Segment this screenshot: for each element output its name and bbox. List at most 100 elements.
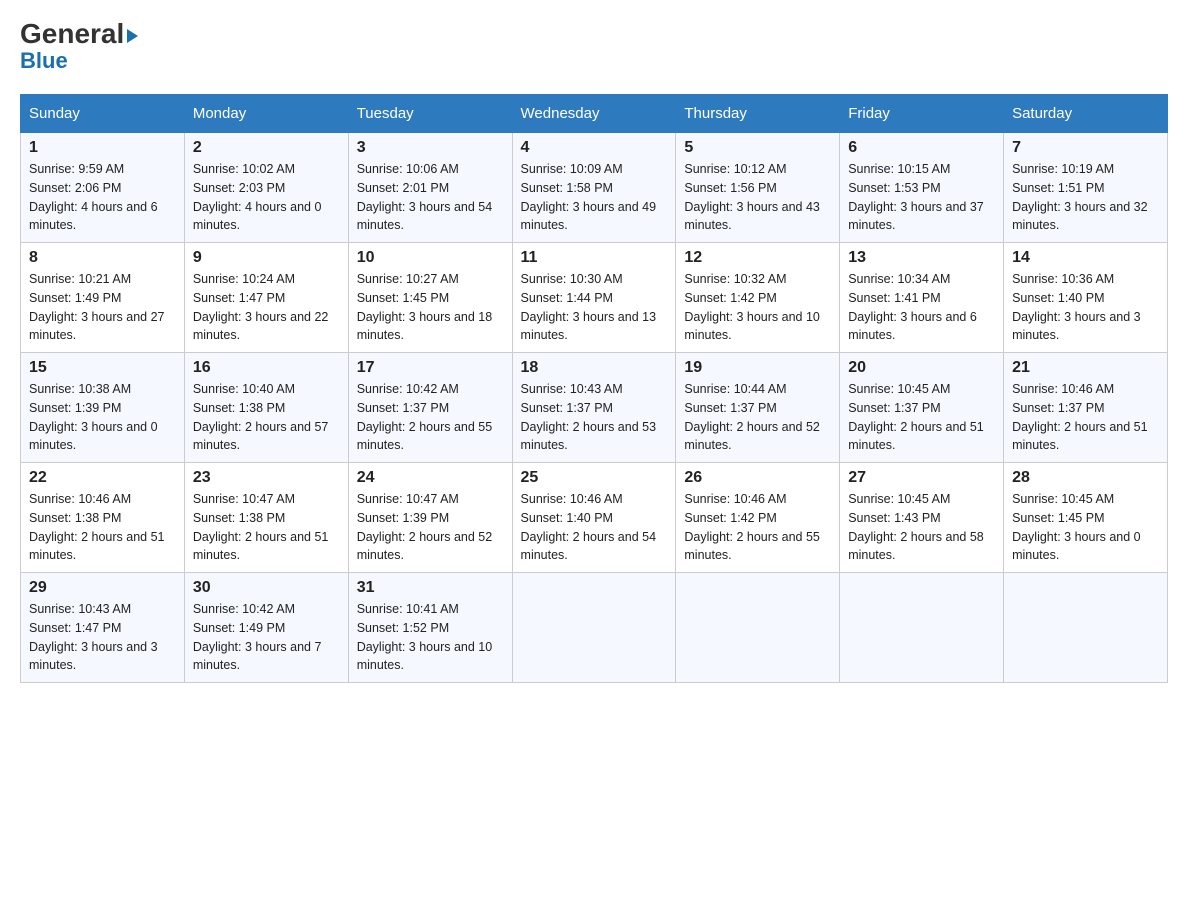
- day-info: Sunrise: 10:34 AMSunset: 1:41 PMDaylight…: [848, 272, 977, 342]
- calendar-cell: 21 Sunrise: 10:46 AMSunset: 1:37 PMDayli…: [1004, 353, 1168, 463]
- calendar-cell: 16 Sunrise: 10:40 AMSunset: 1:38 PMDayli…: [184, 353, 348, 463]
- day-info: Sunrise: 10:47 AMSunset: 1:39 PMDaylight…: [357, 492, 493, 562]
- day-info: Sunrise: 10:46 AMSunset: 1:42 PMDaylight…: [684, 492, 820, 562]
- calendar-week-row: 15 Sunrise: 10:38 AMSunset: 1:39 PMDayli…: [21, 353, 1168, 463]
- day-info: Sunrise: 10:36 AMSunset: 1:40 PMDaylight…: [1012, 272, 1141, 342]
- day-info: Sunrise: 10:21 AMSunset: 1:49 PMDaylight…: [29, 272, 165, 342]
- day-info: Sunrise: 10:42 AMSunset: 1:37 PMDaylight…: [357, 382, 493, 452]
- day-number: 13: [848, 249, 995, 267]
- day-number: 9: [193, 249, 340, 267]
- weekday-header: Saturday: [1004, 95, 1168, 133]
- day-info: Sunrise: 10:09 AMSunset: 1:58 PMDaylight…: [521, 162, 657, 232]
- calendar-cell: 9 Sunrise: 10:24 AMSunset: 1:47 PMDaylig…: [184, 243, 348, 353]
- calendar-cell: 23 Sunrise: 10:47 AMSunset: 1:38 PMDayli…: [184, 463, 348, 573]
- calendar-cell: 19 Sunrise: 10:44 AMSunset: 1:37 PMDayli…: [676, 353, 840, 463]
- day-info: Sunrise: 10:12 AMSunset: 1:56 PMDaylight…: [684, 162, 820, 232]
- day-number: 7: [1012, 139, 1159, 157]
- calendar-week-row: 1 Sunrise: 9:59 AMSunset: 2:06 PMDayligh…: [21, 133, 1168, 243]
- day-number: 3: [357, 139, 504, 157]
- day-number: 6: [848, 139, 995, 157]
- calendar-week-row: 29 Sunrise: 10:43 AMSunset: 1:47 PMDayli…: [21, 573, 1168, 683]
- day-info: Sunrise: 10:27 AMSunset: 1:45 PMDaylight…: [357, 272, 493, 342]
- calendar-cell: 20 Sunrise: 10:45 AMSunset: 1:37 PMDayli…: [840, 353, 1004, 463]
- day-info: Sunrise: 10:45 AMSunset: 1:37 PMDaylight…: [848, 382, 984, 452]
- calendar-cell: 31 Sunrise: 10:41 AMSunset: 1:52 PMDayli…: [348, 573, 512, 683]
- day-info: Sunrise: 10:41 AMSunset: 1:52 PMDaylight…: [357, 602, 493, 672]
- calendar-cell: 28 Sunrise: 10:45 AMSunset: 1:45 PMDayli…: [1004, 463, 1168, 573]
- day-info: Sunrise: 10:44 AMSunset: 1:37 PMDaylight…: [684, 382, 820, 452]
- day-number: 17: [357, 359, 504, 377]
- weekday-header-row: SundayMondayTuesdayWednesdayThursdayFrid…: [21, 95, 1168, 133]
- day-info: Sunrise: 9:59 AMSunset: 2:06 PMDaylight:…: [29, 162, 158, 232]
- logo-blue: Blue: [20, 48, 68, 74]
- logo: General Blue: [20, 20, 138, 74]
- calendar-cell: [512, 573, 676, 683]
- calendar-cell: 24 Sunrise: 10:47 AMSunset: 1:39 PMDayli…: [348, 463, 512, 573]
- day-number: 24: [357, 469, 504, 487]
- day-info: Sunrise: 10:38 AMSunset: 1:39 PMDaylight…: [29, 382, 158, 452]
- day-info: Sunrise: 10:47 AMSunset: 1:38 PMDaylight…: [193, 492, 329, 562]
- calendar-cell: 13 Sunrise: 10:34 AMSunset: 1:41 PMDayli…: [840, 243, 1004, 353]
- calendar-cell: 2 Sunrise: 10:02 AMSunset: 2:03 PMDaylig…: [184, 133, 348, 243]
- day-info: Sunrise: 10:24 AMSunset: 1:47 PMDaylight…: [193, 272, 329, 342]
- page-header: General Blue: [20, 20, 1168, 74]
- calendar-cell: [1004, 573, 1168, 683]
- calendar-cell: 12 Sunrise: 10:32 AMSunset: 1:42 PMDayli…: [676, 243, 840, 353]
- day-info: Sunrise: 10:42 AMSunset: 1:49 PMDaylight…: [193, 602, 322, 672]
- calendar-cell: 14 Sunrise: 10:36 AMSunset: 1:40 PMDayli…: [1004, 243, 1168, 353]
- calendar-cell: 27 Sunrise: 10:45 AMSunset: 1:43 PMDayli…: [840, 463, 1004, 573]
- day-number: 4: [521, 139, 668, 157]
- day-number: 31: [357, 579, 504, 597]
- day-number: 25: [521, 469, 668, 487]
- day-number: 19: [684, 359, 831, 377]
- day-info: Sunrise: 10:32 AMSunset: 1:42 PMDaylight…: [684, 272, 820, 342]
- calendar-cell: 8 Sunrise: 10:21 AMSunset: 1:49 PMDaylig…: [21, 243, 185, 353]
- calendar-cell: [840, 573, 1004, 683]
- day-number: 21: [1012, 359, 1159, 377]
- calendar-week-row: 22 Sunrise: 10:46 AMSunset: 1:38 PMDayli…: [21, 463, 1168, 573]
- day-number: 30: [193, 579, 340, 597]
- weekday-header: Tuesday: [348, 95, 512, 133]
- calendar-cell: 1 Sunrise: 9:59 AMSunset: 2:06 PMDayligh…: [21, 133, 185, 243]
- calendar-week-row: 8 Sunrise: 10:21 AMSunset: 1:49 PMDaylig…: [21, 243, 1168, 353]
- day-info: Sunrise: 10:06 AMSunset: 2:01 PMDaylight…: [357, 162, 493, 232]
- day-number: 29: [29, 579, 176, 597]
- calendar-cell: [676, 573, 840, 683]
- day-number: 22: [29, 469, 176, 487]
- calendar-cell: 5 Sunrise: 10:12 AMSunset: 1:56 PMDaylig…: [676, 133, 840, 243]
- day-number: 15: [29, 359, 176, 377]
- weekday-header: Sunday: [21, 95, 185, 133]
- day-info: Sunrise: 10:40 AMSunset: 1:38 PMDaylight…: [193, 382, 329, 452]
- calendar-cell: 11 Sunrise: 10:30 AMSunset: 1:44 PMDayli…: [512, 243, 676, 353]
- calendar-cell: 4 Sunrise: 10:09 AMSunset: 1:58 PMDaylig…: [512, 133, 676, 243]
- day-info: Sunrise: 10:45 AMSunset: 1:43 PMDaylight…: [848, 492, 984, 562]
- weekday-header: Thursday: [676, 95, 840, 133]
- day-number: 16: [193, 359, 340, 377]
- calendar-cell: 17 Sunrise: 10:42 AMSunset: 1:37 PMDayli…: [348, 353, 512, 463]
- day-number: 23: [193, 469, 340, 487]
- day-number: 1: [29, 139, 176, 157]
- calendar-cell: 7 Sunrise: 10:19 AMSunset: 1:51 PMDaylig…: [1004, 133, 1168, 243]
- weekday-header: Friday: [840, 95, 1004, 133]
- day-info: Sunrise: 10:46 AMSunset: 1:37 PMDaylight…: [1012, 382, 1148, 452]
- day-number: 5: [684, 139, 831, 157]
- day-number: 14: [1012, 249, 1159, 267]
- calendar-cell: 6 Sunrise: 10:15 AMSunset: 1:53 PMDaylig…: [840, 133, 1004, 243]
- logo-general: General: [20, 20, 138, 48]
- day-info: Sunrise: 10:19 AMSunset: 1:51 PMDaylight…: [1012, 162, 1148, 232]
- calendar-cell: 22 Sunrise: 10:46 AMSunset: 1:38 PMDayli…: [21, 463, 185, 573]
- day-number: 12: [684, 249, 831, 267]
- day-number: 8: [29, 249, 176, 267]
- day-info: Sunrise: 10:43 AMSunset: 1:47 PMDaylight…: [29, 602, 158, 672]
- weekday-header: Monday: [184, 95, 348, 133]
- day-info: Sunrise: 10:45 AMSunset: 1:45 PMDaylight…: [1012, 492, 1141, 562]
- day-info: Sunrise: 10:46 AMSunset: 1:38 PMDaylight…: [29, 492, 165, 562]
- calendar-cell: 10 Sunrise: 10:27 AMSunset: 1:45 PMDayli…: [348, 243, 512, 353]
- calendar-cell: 30 Sunrise: 10:42 AMSunset: 1:49 PMDayli…: [184, 573, 348, 683]
- calendar-cell: 29 Sunrise: 10:43 AMSunset: 1:47 PMDayli…: [21, 573, 185, 683]
- calendar-cell: 3 Sunrise: 10:06 AMSunset: 2:01 PMDaylig…: [348, 133, 512, 243]
- day-number: 18: [521, 359, 668, 377]
- calendar-cell: 15 Sunrise: 10:38 AMSunset: 1:39 PMDayli…: [21, 353, 185, 463]
- calendar-cell: 18 Sunrise: 10:43 AMSunset: 1:37 PMDayli…: [512, 353, 676, 463]
- day-number: 2: [193, 139, 340, 157]
